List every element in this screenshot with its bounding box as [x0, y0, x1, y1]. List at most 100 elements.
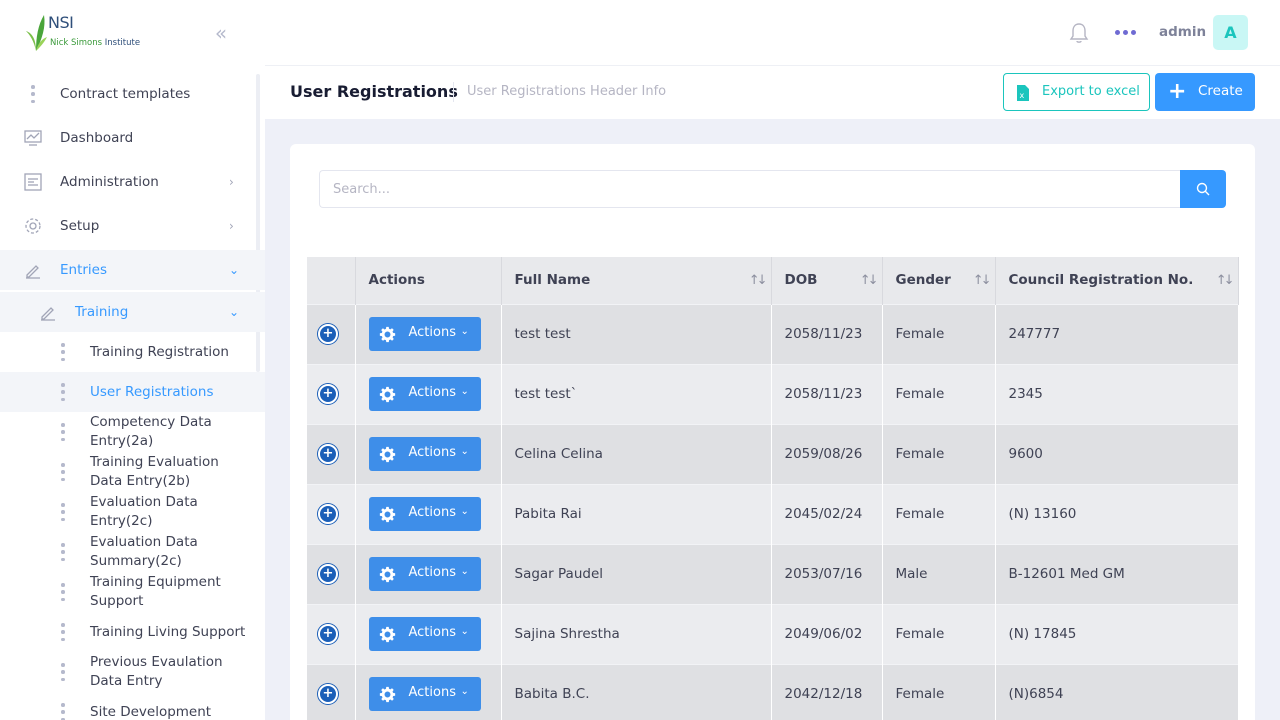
more-options-icon[interactable] — [1115, 24, 1137, 40]
sidebar-item-contract-templates[interactable]: Contract templates — [0, 74, 265, 114]
logo-subtitle: Nick Simons Institute — [50, 38, 140, 48]
sidebar-item-entries[interactable]: Entries ⌄ — [0, 250, 265, 290]
expand-row-icon[interactable]: + — [318, 444, 338, 464]
sort-icon[interactable]: ↑↓ — [1216, 273, 1235, 288]
sidebar-item-label: Entries — [60, 262, 108, 278]
sidebar-subitem-training-registration[interactable]: Training Registration — [0, 332, 265, 372]
dots-vertical-icon — [61, 343, 65, 361]
sidebar-subitem-evaluation-data-entry[interactable]: Evaluation Data Entry(2c) — [0, 492, 265, 532]
actions-label: Actions — [408, 445, 457, 460]
svg-text:x: x — [1020, 91, 1025, 100]
expand-row-icon[interactable]: + — [318, 504, 338, 524]
search-button[interactable] — [1180, 170, 1226, 208]
nsi-logo[interactable]: NSI Nick Simons Institute — [24, 13, 144, 53]
sidebar-subitem-label: Competency Data Entry(2a) — [90, 414, 212, 449]
column-header-label: Gender — [895, 272, 951, 289]
export-to-excel-button[interactable]: x Export to excel — [1003, 73, 1150, 111]
pencil-icon — [39, 303, 57, 321]
expand-row-icon[interactable]: + — [318, 324, 338, 344]
chevron-down-icon: ⌄ — [460, 446, 469, 457]
sidebar-subitem-label: User Registrations — [90, 384, 214, 400]
table-row: + Actions ⌄ Babita B.C. 2042/12/18 Female (N)6… — [307, 663, 1239, 720]
sidebar-item-label: Training — [75, 304, 129, 320]
dob-cell: 2053/07/16 — [771, 543, 883, 604]
sidebar-subitem-living-support[interactable]: Training Living Support — [0, 612, 265, 652]
sidebar-item-administration[interactable]: Administration › — [0, 162, 265, 202]
chevron-down-icon: ⌄ — [460, 326, 469, 337]
username[interactable]: admin — [1159, 24, 1206, 40]
sort-icon[interactable]: ↑↓ — [749, 273, 768, 288]
actions-cell: Actions ⌄ — [355, 303, 502, 364]
full-name-cell: Babita B.C. — [501, 663, 772, 720]
sidebar: NSI Nick Simons Institute « Contract tem… — [0, 0, 265, 720]
sidebar-subitem-evaluation-summary[interactable]: Evaluation Data Summary(2c) — [0, 532, 265, 572]
gear-icon — [379, 506, 395, 523]
full-name-cell: Pabita Rai — [501, 483, 772, 544]
sidebar-subitem-label: Evaluation Data Entry(2c) — [90, 494, 198, 529]
column-header-full-name[interactable]: Full Name ↑↓ — [501, 257, 772, 304]
gender-cell: Female — [882, 303, 996, 364]
actions-dropdown-button[interactable]: Actions ⌄ — [368, 677, 481, 712]
dob-cell: 2042/12/18 — [771, 663, 883, 720]
council-registration-cell: 247777 — [995, 303, 1239, 364]
actions-dropdown-button[interactable]: Actions ⌄ — [368, 377, 481, 411]
column-header-council-registration[interactable]: Council Registration No. ↑↓ — [995, 257, 1239, 304]
expand-cell: + — [307, 483, 356, 544]
create-label: Create — [1198, 83, 1243, 99]
sidebar-item-setup[interactable]: Setup › — [0, 206, 265, 246]
sidebar-subitem-user-registrations[interactable]: User Registrations — [0, 372, 265, 412]
sort-icon[interactable]: ↑↓ — [860, 273, 879, 288]
expand-row-icon[interactable]: + — [318, 684, 338, 705]
table-row: + Actions ⌄ Celina Celina 2059/08/26 Female 96… — [307, 423, 1239, 484]
table-body: + Actions ⌄ test test 2058/11/23 Female 247777… — [307, 303, 1239, 720]
expand-row-icon[interactable]: + — [318, 384, 338, 404]
actions-dropdown-button[interactable]: Actions ⌄ — [368, 497, 481, 531]
sidebar-item-dashboard[interactable]: Dashboard — [0, 118, 265, 158]
actions-cell: Actions ⌄ — [355, 543, 502, 604]
column-header-gender[interactable]: Gender ↑↓ — [882, 257, 996, 304]
sidebar-subitem-competency[interactable]: Competency Data Entry(2a) — [0, 412, 265, 452]
dob-cell: 2058/11/23 — [771, 363, 883, 424]
column-header-actions: Actions — [355, 257, 502, 304]
dob-cell: 2059/08/26 — [771, 423, 883, 484]
column-header-label: Council Registration No. — [1008, 272, 1194, 289]
sidebar-subitem-label: Site Development — [90, 704, 212, 720]
gear-icon — [379, 386, 395, 403]
sidebar-subitem-equipment-support[interactable]: Training Equipment Support — [0, 572, 265, 612]
avatar[interactable]: A — [1213, 15, 1248, 50]
actions-dropdown-button[interactable]: Actions ⌄ — [368, 317, 481, 351]
council-registration-cell: (N) 13160 — [995, 483, 1239, 544]
column-header-expand — [307, 257, 356, 304]
dob-cell: 2058/11/23 — [771, 303, 883, 364]
expand-cell: + — [307, 543, 356, 604]
actions-dropdown-button[interactable]: Actions ⌄ — [368, 617, 481, 651]
actions-dropdown-button[interactable]: Actions ⌄ — [368, 557, 481, 591]
page-subtitle: User Registrations Header Info — [467, 84, 667, 99]
sidebar-subitem-site-development[interactable]: Site Development — [0, 692, 265, 720]
actions-label: Actions — [408, 385, 457, 400]
expand-row-icon[interactable]: + — [318, 624, 338, 644]
sidebar-subitem-previous-evaluation[interactable]: Previous Evaulation Data Entry — [0, 652, 265, 692]
sort-icon[interactable]: ↑↓ — [973, 273, 992, 288]
column-header-dob[interactable]: DOB ↑↓ — [771, 257, 883, 304]
sidebar-subitem-training-evaluation[interactable]: Training Evaluation Data Entry(2b) — [0, 452, 265, 492]
bell-icon[interactable] — [1069, 22, 1089, 44]
collapse-sidebar-icon[interactable]: « — [209, 22, 233, 44]
page-title: User Registrations — [290, 82, 458, 101]
actions-dropdown-button[interactable]: Actions ⌄ — [368, 437, 481, 471]
gender-cell: Female — [882, 423, 996, 484]
subheader: User Registrations User Registrations He… — [265, 66, 1280, 119]
actions-cell: Actions ⌄ — [355, 603, 502, 664]
search-input[interactable] — [319, 170, 1181, 208]
logo-subtitle-2: Institute — [104, 38, 141, 48]
chevron-right-icon: › — [229, 175, 234, 189]
gear-icon — [24, 217, 42, 235]
divider — [453, 82, 454, 102]
sidebar-item-training[interactable]: Training ⌄ — [0, 292, 265, 332]
logo-subtitle-1: Nick Simons — [50, 38, 103, 48]
plus-icon: + — [1168, 79, 1187, 104]
create-button[interactable]: + Create — [1155, 73, 1255, 111]
sidebar-subitem-label: Training Registration — [90, 344, 229, 360]
expand-row-icon[interactable]: + — [318, 564, 338, 584]
actions-label: Actions — [408, 625, 457, 640]
